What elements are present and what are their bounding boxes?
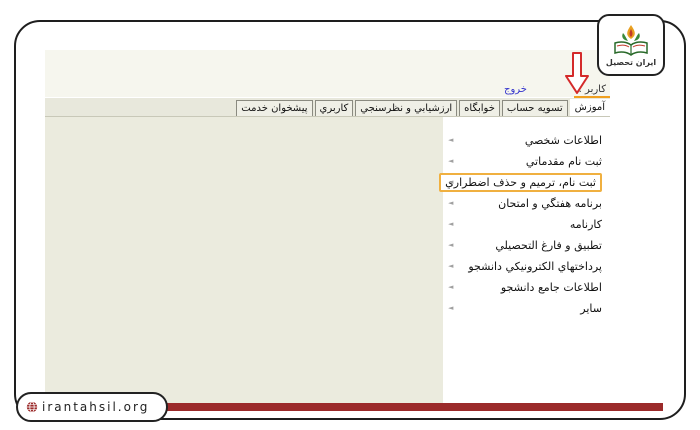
book-logo-icon	[614, 25, 648, 56]
menu-item[interactable]: ◄ ثبت نام مقدماتي	[445, 151, 610, 172]
logo-text: ایران تحصیل	[605, 58, 657, 67]
site-badge: irantahsil.org	[16, 392, 168, 422]
menu-item[interactable]: ◄ ساير	[445, 298, 610, 319]
content-panel	[45, 117, 443, 405]
tabs: آموزش تسویه حساب خوابگاه ارزشيابي و نظرسنجي…	[234, 99, 610, 116]
menu-item-label: پرداختهاي الكترونيكي دانشجو	[468, 260, 602, 273]
tab-strip: آموزش تسویه حساب خوابگاه ارزشيابي و نظرسنجي…	[45, 98, 610, 117]
bullet-arrow-icon: ◄	[448, 304, 454, 312]
menu-item-label: کارنامه	[569, 218, 602, 231]
menu-item[interactable]: ◄ ثبت نام، ترميم و حذف اضطراري	[439, 172, 610, 193]
tab-4[interactable]: کاربري	[314, 100, 354, 116]
bullet-arrow-icon: ◄	[448, 178, 454, 186]
menu-item-label: برنامه هفتگي و امتحان	[498, 197, 602, 210]
menu-item[interactable]: ◄ برنامه هفتگي و امتحان	[445, 193, 610, 214]
menu-item-label: تطبيق و فارغ التحصيلي	[495, 239, 602, 252]
tab-2[interactable]: خوابگاه	[459, 100, 500, 116]
site-url: irantahsil.org	[42, 400, 150, 414]
bullet-arrow-icon: ◄	[448, 136, 454, 144]
bullet-arrow-icon: ◄	[448, 283, 454, 291]
side-menu: ◄ اطلاعات شخصي ◄ ثبت نام مقدماتي ◄ ثبت نام، ت…	[439, 130, 610, 319]
menu-item[interactable]: ◄ پرداختهاي الكترونيكي دانشجو	[445, 256, 610, 277]
bottom-band	[155, 403, 663, 411]
menu-item-label: ثبت نام مقدماتي	[525, 155, 602, 168]
brand-logo: ایران تحصیل	[597, 14, 665, 76]
menu-item[interactable]: ◄ کارنامه	[445, 214, 610, 235]
menu-item-label: ثبت نام، ترميم و حذف اضطراري	[439, 173, 602, 192]
bullet-arrow-icon: ◄	[448, 157, 454, 165]
logout-link[interactable]: خروج	[504, 84, 527, 95]
app-window: کاربر : خروج آموزش تسویه حساب خوابگاه ارزشي…	[45, 50, 610, 405]
tab-5[interactable]: پيشخوان خدمت	[236, 100, 313, 116]
menu-item[interactable]: ◄ اطلاعات جامع دانشجو	[445, 277, 610, 298]
menu-item-label: اطلاعات شخصي	[524, 134, 602, 147]
bullet-arrow-icon: ◄	[448, 241, 454, 249]
globe-icon	[26, 401, 38, 413]
menu-item[interactable]: ◄ تطبيق و فارغ التحصيلي	[445, 235, 610, 256]
menu-item-label: اطلاعات جامع دانشجو	[500, 281, 602, 294]
menu-item[interactable]: ◄ اطلاعات شخصي	[445, 130, 610, 151]
red-arrow-icon	[565, 52, 589, 94]
tab-0[interactable]: آموزش	[569, 99, 610, 116]
menu-item-label: ساير	[580, 302, 602, 315]
bullet-arrow-icon: ◄	[448, 220, 454, 228]
bullet-arrow-icon: ◄	[448, 199, 454, 207]
bullet-arrow-icon: ◄	[448, 262, 454, 270]
top-bar: کاربر : خروج	[45, 50, 610, 98]
tab-1[interactable]: تسویه حساب	[501, 100, 568, 116]
tab-3[interactable]: ارزشيابي و نظرسنجي	[355, 100, 458, 116]
